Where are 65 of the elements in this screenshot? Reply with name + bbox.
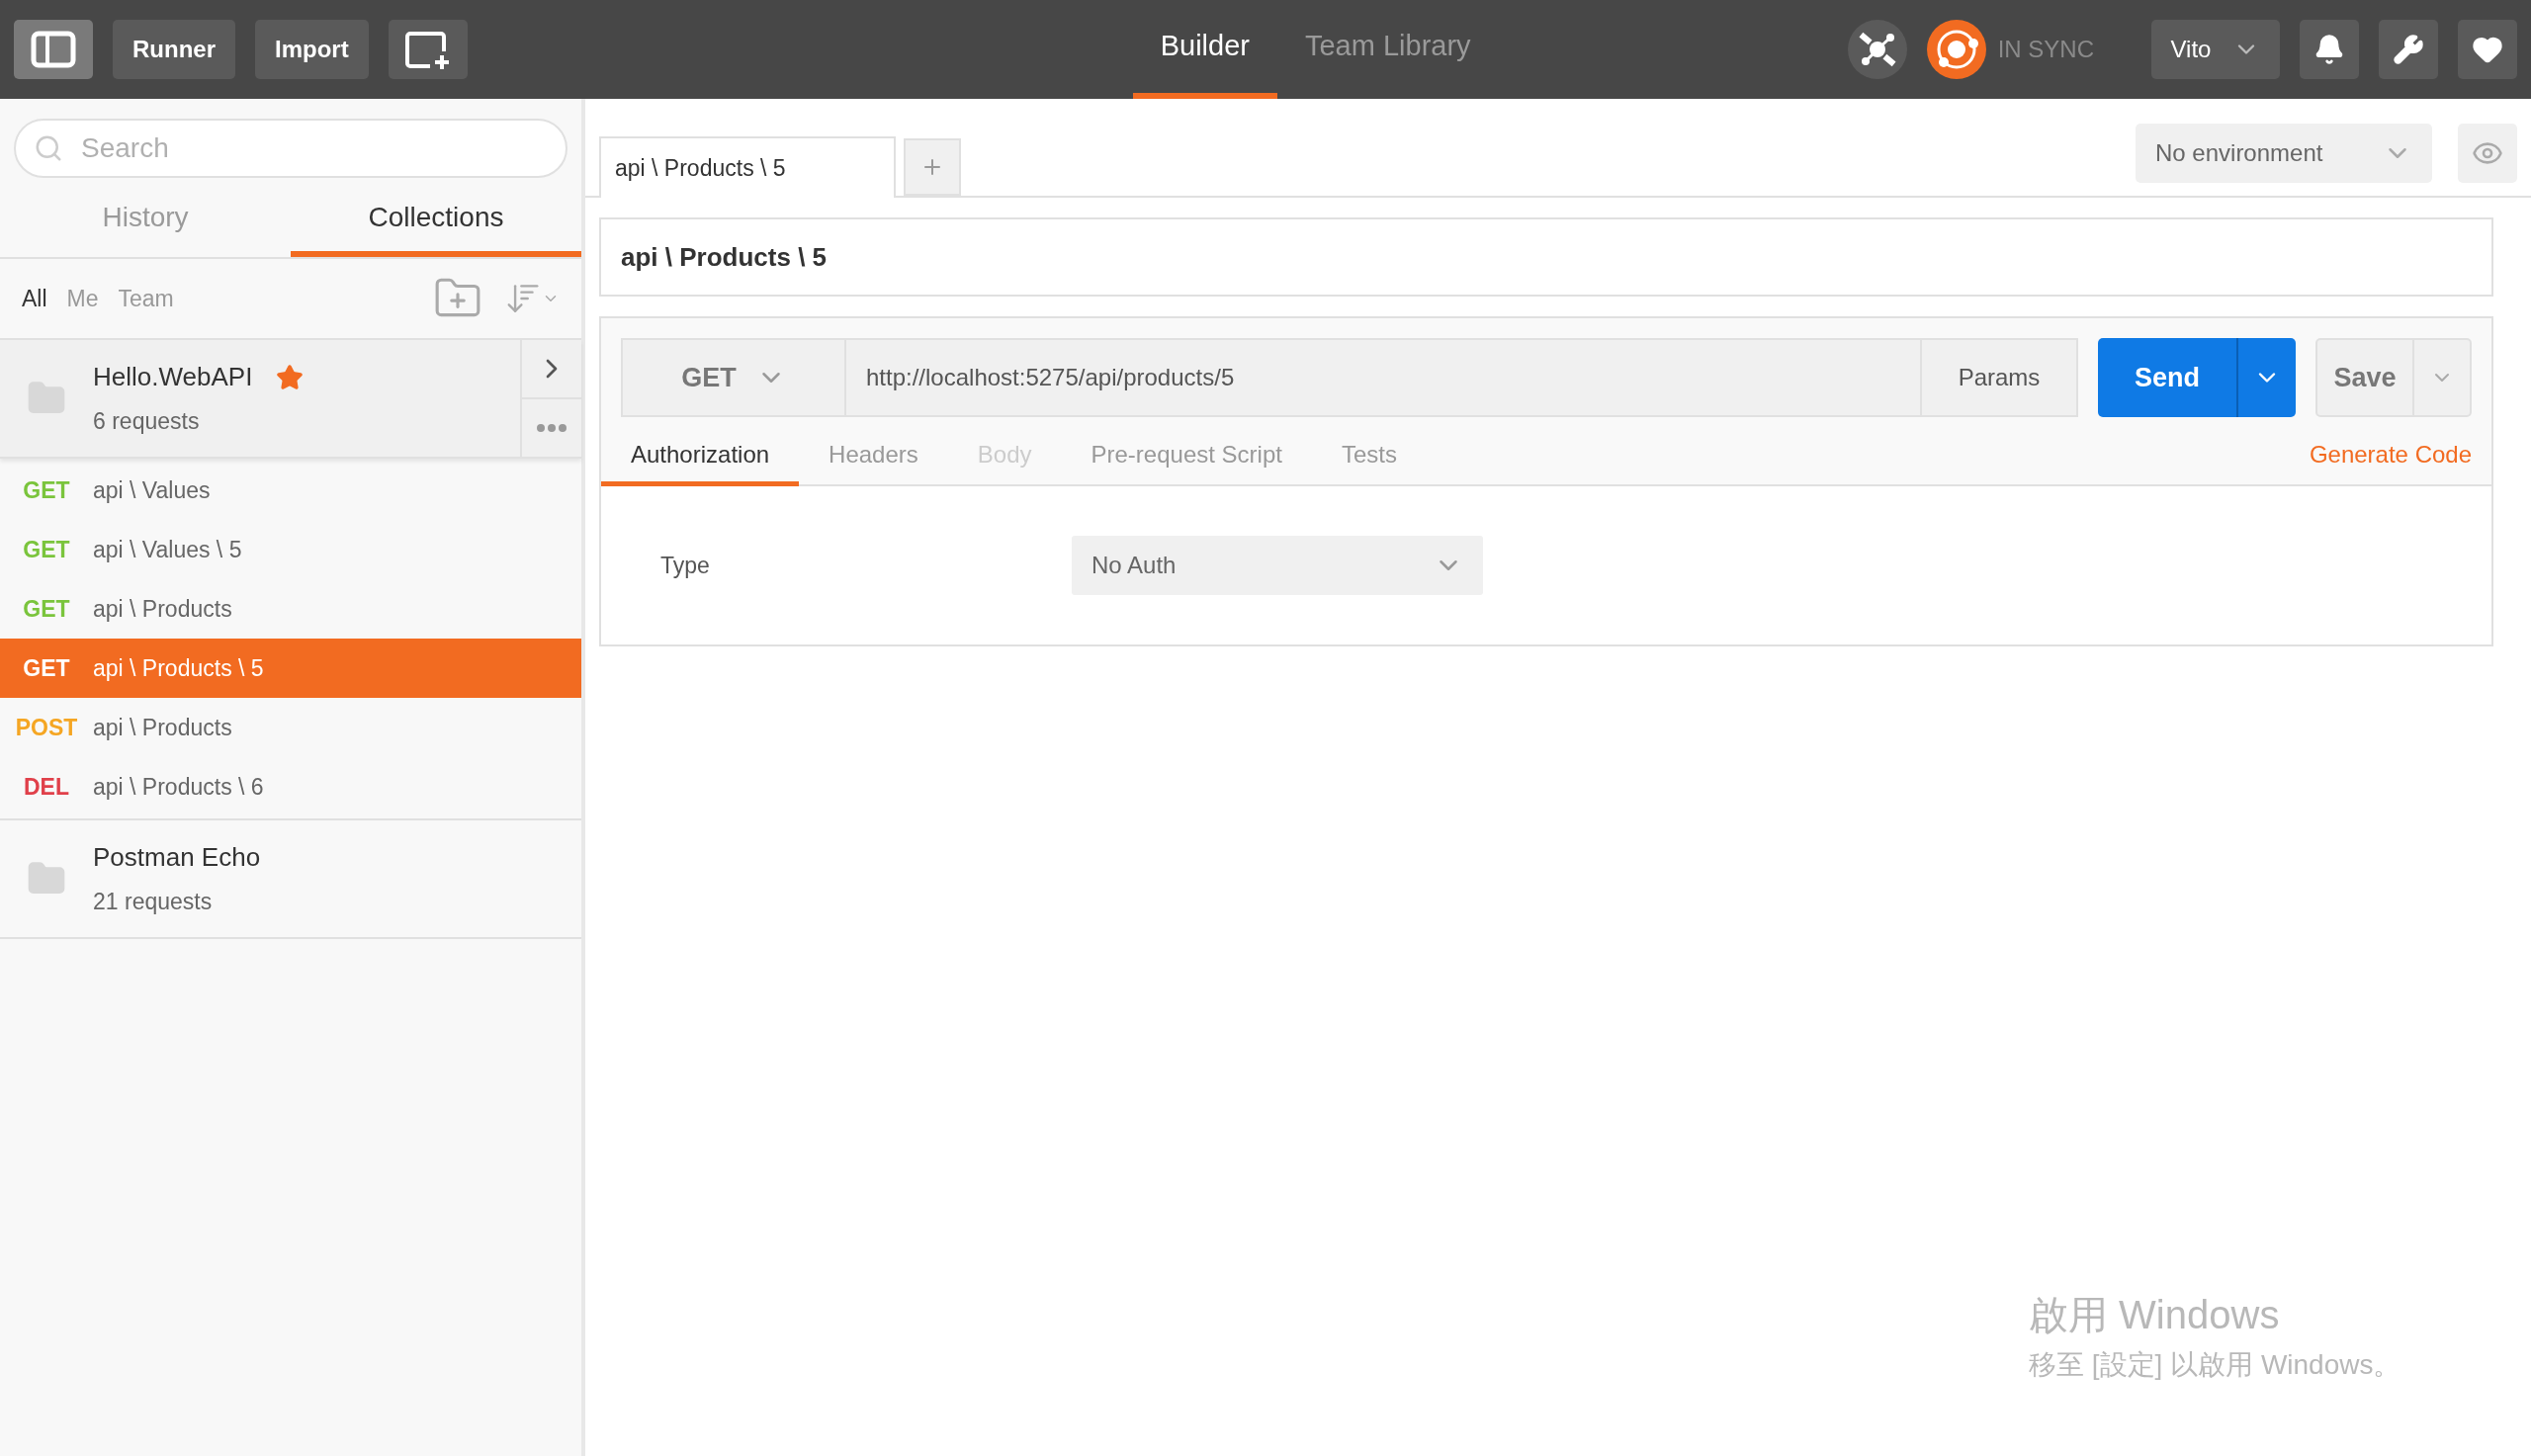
environment-eye-button[interactable] — [2458, 124, 2517, 183]
bell-icon — [2313, 34, 2345, 65]
send-button[interactable]: Send — [2098, 338, 2236, 417]
url-field[interactable]: http://localhost:5275/api/products/5 — [846, 338, 1920, 417]
request-item[interactable]: DEL api \ Products \ 6 — [0, 757, 581, 816]
request-item[interactable]: GET api \ Values \ 5 — [0, 520, 581, 579]
sidebar-toggle-button[interactable] — [14, 20, 93, 79]
collection-item[interactable]: Hello.WebAPI 6 requests — [0, 340, 581, 459]
request-subtab[interactable]: Pre-request Script — [1061, 427, 1312, 486]
params-button[interactable]: Params — [1920, 338, 2078, 417]
user-menu[interactable]: Vito — [2151, 20, 2280, 79]
request-name: api \ Products \ 6 — [93, 772, 264, 802]
request-item[interactable]: POST api \ Products — [0, 698, 581, 757]
sync-status: IN SYNC — [1997, 35, 2094, 64]
auth-type-label: Type — [660, 551, 711, 580]
filter-tab[interactable]: All — [22, 281, 47, 316]
method-label: GET — [22, 594, 71, 624]
method-label: GET — [22, 653, 71, 683]
request-item[interactable]: GET api \ Values — [0, 461, 581, 520]
search-field[interactable]: Search — [14, 119, 567, 178]
notifications-button[interactable] — [2300, 20, 2359, 79]
new-window-icon — [403, 30, 452, 69]
send-options-button[interactable] — [2236, 338, 2296, 417]
auth-type-select[interactable]: No Auth — [1072, 536, 1483, 595]
new-tab-button[interactable] — [388, 20, 468, 79]
collection-name: Hello.WebAPI — [93, 361, 253, 394]
toolbar-button[interactable]: Import — [255, 20, 369, 79]
method-label: DEL — [23, 772, 70, 802]
sidebar-tab[interactable]: Collections — [291, 184, 581, 257]
request-subtab[interactable]: Tests — [1311, 427, 1427, 486]
search-input[interactable]: Search — [81, 128, 548, 169]
activation-title: 啟用 Windows — [2029, 1292, 2281, 1338]
request-subtab[interactable]: Headers — [799, 427, 948, 486]
heart-button[interactable] — [2458, 20, 2517, 79]
request-item[interactable]: GET api \ Products — [0, 579, 581, 639]
method-select[interactable]: GET — [621, 338, 846, 417]
generate-code-link[interactable]: Generate Code — [2309, 425, 2472, 484]
star-icon[interactable] — [276, 363, 305, 391]
header-tab[interactable]: Team Library — [1277, 0, 1499, 99]
request-name-field[interactable]: api \ Products \ 5 — [599, 217, 2493, 297]
request-name: api \ Products — [93, 594, 232, 624]
request-name: api \ Values \ 5 — [93, 535, 242, 564]
method-label: POST — [14, 713, 79, 742]
toolbar-button[interactable]: Runner — [113, 20, 235, 79]
request-name: api \ Products — [93, 713, 232, 742]
method-label: GET — [22, 535, 71, 564]
sync-icon — [1926, 20, 1986, 79]
environment-select[interactable]: No environment — [2136, 124, 2432, 183]
request-count: 21 requests — [93, 888, 214, 917]
sidebar-icon — [31, 31, 76, 68]
more-icon — [537, 424, 567, 432]
request-subtab[interactable]: Authorization — [601, 427, 800, 486]
request-item[interactable]: GET api \ Products \ 5 — [0, 639, 581, 698]
request-count: 6 requests — [93, 407, 201, 437]
search-icon — [34, 133, 63, 163]
wrench-icon — [2393, 34, 2424, 65]
request-name: api \ Products \ 5 — [93, 653, 264, 683]
satellite-icon — [1857, 30, 1897, 69]
collection-name: Postman Echo — [93, 841, 261, 875]
settings-button[interactable] — [2379, 20, 2438, 79]
request-name: api \ Values — [93, 475, 211, 505]
header-tab[interactable]: Builder — [1132, 0, 1277, 99]
request-tab[interactable]: api \ Products \ 5 — [599, 136, 896, 198]
activation-subtitle: 移至 [設定] 以啟用 Windows。 — [2029, 1348, 2401, 1382]
method-label: GET — [22, 475, 71, 505]
